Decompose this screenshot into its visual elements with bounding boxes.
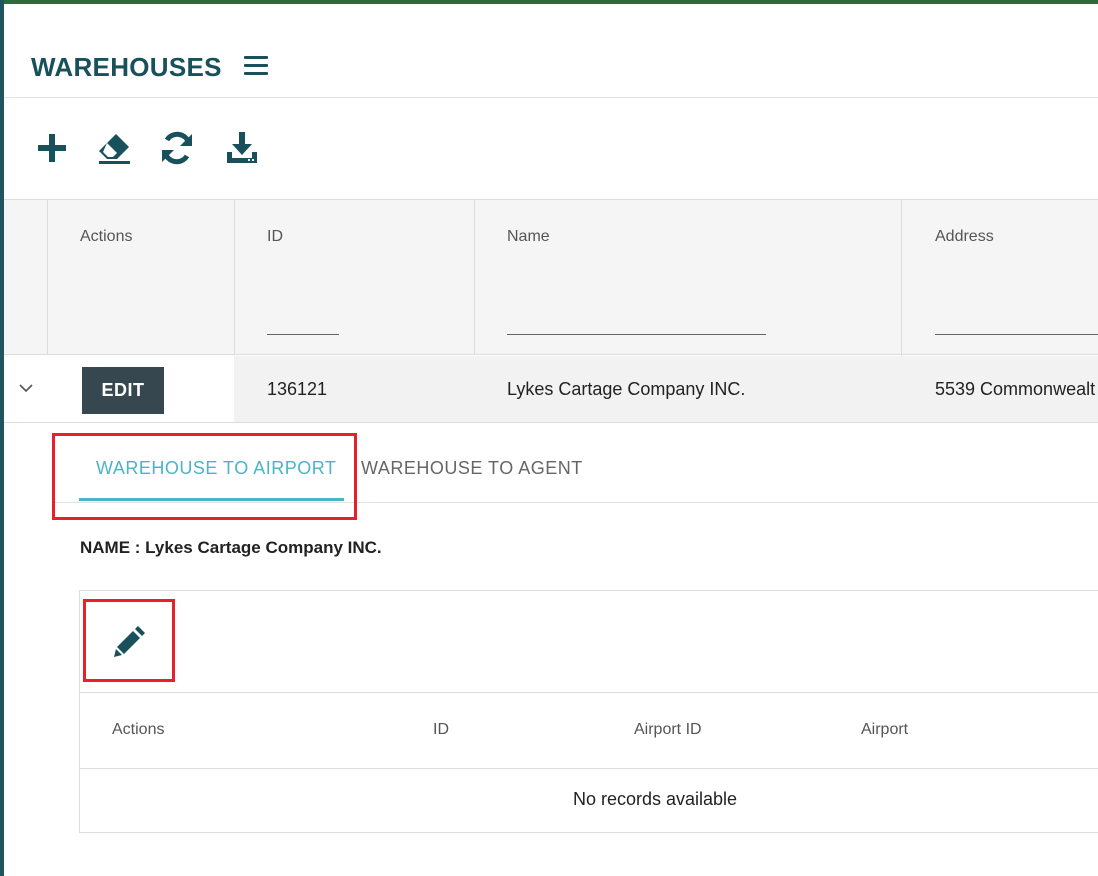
column-divider xyxy=(234,199,235,355)
subgrid-column-id[interactable]: ID xyxy=(433,721,449,739)
airport-subgrid: Actions ID Airport ID Airport No records… xyxy=(79,590,1098,833)
edit-button[interactable]: EDIT xyxy=(82,367,164,414)
name-filter-input[interactable] xyxy=(507,334,766,335)
address-filter-input[interactable] xyxy=(935,334,1098,335)
row-id: 136121 xyxy=(267,379,328,399)
page-title: WAREHOUSES xyxy=(31,52,222,82)
add-button[interactable] xyxy=(34,130,74,170)
highlight-box-pencil xyxy=(83,599,175,682)
row-address: 5539 Commonwealt xyxy=(935,379,1096,399)
no-records-message: No records available xyxy=(572,789,738,809)
column-divider xyxy=(474,199,475,355)
id-filter-input[interactable] xyxy=(267,334,339,335)
page-header: WAREHOUSES xyxy=(4,4,1098,98)
main-toolbar xyxy=(4,120,404,170)
column-divider xyxy=(47,199,48,355)
row-name: Lykes Cartage Company INC. xyxy=(507,379,746,399)
highlight-box-tab xyxy=(52,433,357,520)
download-icon xyxy=(227,132,257,163)
refresh-button[interactable] xyxy=(159,130,199,170)
grid-header-row: Actions ID Name Address xyxy=(4,199,1098,276)
subgrid-header-row: Actions ID Airport ID Airport xyxy=(80,693,1098,769)
subgrid-column-airport[interactable]: Airport xyxy=(861,721,908,739)
column-header-name[interactable]: Name xyxy=(507,228,550,246)
tab-warehouse-to-agent[interactable]: WAREHOUSE TO AGENT xyxy=(361,458,583,479)
subgrid-column-actions[interactable]: Actions xyxy=(112,721,164,739)
column-header-address[interactable]: Address xyxy=(935,228,994,246)
subgrid-toolbar xyxy=(80,591,1098,693)
plus-icon xyxy=(38,134,66,162)
refresh-icon xyxy=(162,131,192,165)
clear-filters-button[interactable] xyxy=(96,130,136,170)
grid-filter-row xyxy=(4,275,1098,355)
column-header-actions[interactable]: Actions xyxy=(80,228,132,246)
hamburger-menu-icon[interactable] xyxy=(244,56,270,76)
table-row[interactable]: EDIT 136121 Lykes Cartage Company INC. 5… xyxy=(4,356,1098,423)
column-header-id[interactable]: ID xyxy=(267,228,283,246)
subgrid-column-airport-id[interactable]: Airport ID xyxy=(634,721,702,739)
eraser-icon xyxy=(99,134,130,164)
chevron-down-icon[interactable] xyxy=(18,382,34,394)
detail-name-label: NAME : Lykes Cartage Company INC. xyxy=(80,538,382,557)
export-button[interactable] xyxy=(224,130,264,170)
